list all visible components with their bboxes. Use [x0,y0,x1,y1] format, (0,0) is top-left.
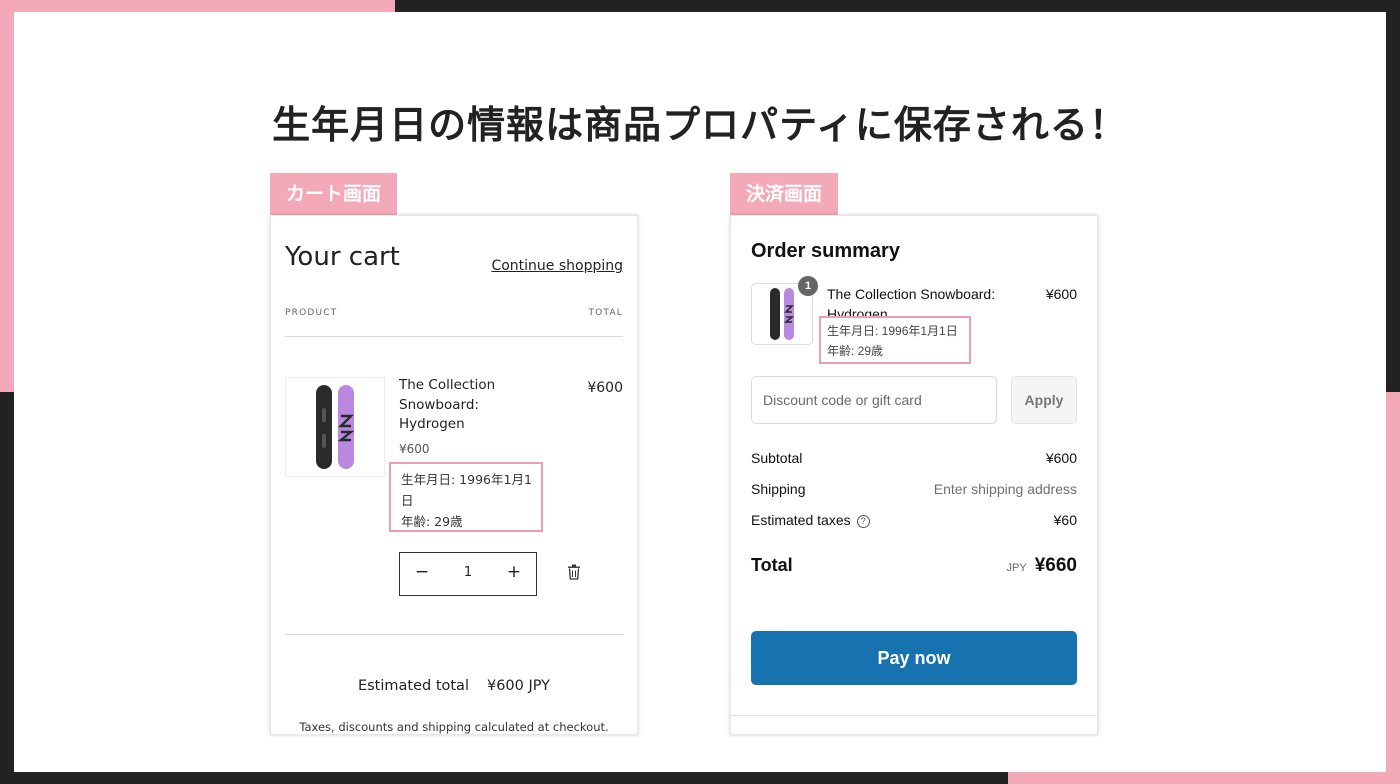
column-header-product: PRODUCT [285,308,338,318]
cart-product-image[interactable] [285,377,385,477]
property-birthdate: 生年月日: 1996年1月1日 [401,472,532,508]
info-icon[interactable]: ? [856,515,870,528]
divider [285,336,623,337]
subtotal-label: Subtotal [751,450,803,466]
cart-unit-price: ¥600 [399,442,430,456]
checkout-product-name: The Collection Snowboard: Hydrogen [827,286,996,316]
quantity-increase-button[interactable]: + [502,562,526,582]
estimated-total-value: ¥600 JPY [486,678,551,694]
cart-line-total: ¥600 [587,380,623,396]
estimated-total: Estimated total ¥600 JPY [271,678,637,694]
cart-product-name[interactable]: The Collection Snowboard: Hydrogen [399,376,529,435]
column-header-total: TOTAL [588,308,623,318]
property-birthdate: 生年月日: 1996年1月1日 [827,324,958,338]
checkout-note: Taxes, discounts and shipping calculated… [299,720,609,734]
taxes-row: Estimated taxes? ¥60 [751,512,1077,528]
total-row: Total JPY ¥660 [751,555,1077,577]
pay-now-button[interactable]: Pay now [751,631,1077,685]
quantity-stepper: − 1 + [399,552,537,596]
checkout-screen-label: 決済画面 [730,173,839,215]
snowboard-image [316,385,355,469]
total-label: Total [751,555,793,575]
discount-code-input[interactable] [751,376,997,424]
checkout-product-properties-highlight: 生年月日: 1996年1月1日 年齢: 29歳 [819,316,971,364]
shipping-label: Shipping [751,481,806,497]
total-amount-wrap: JPY ¥660 [1007,555,1077,577]
order-summary-title: Order summary [751,240,900,262]
total-currency: JPY [1006,562,1027,574]
cart-title: Your cart [285,242,400,272]
slide: 生年月日の情報は商品プロパティに保存される！ カート画面 決済画面 Your c… [14,12,1386,772]
checkout-panel: Order summary 1 The Collection Snowboard… [730,215,1098,735]
quantity-badge: 1 [798,276,818,296]
cart-screen-label: カート画面 [270,173,398,215]
taxes-label-wrap: Estimated taxes? [751,512,870,528]
checkout-product-price: ¥600 [1045,286,1077,302]
shipping-row: Shipping Enter shipping address [751,481,1077,497]
taxes-label: Estimated taxes [751,512,851,528]
divider [285,634,623,635]
divider [731,715,1097,716]
trash-icon[interactable] [567,564,581,580]
continue-shopping-link[interactable]: Continue shopping [491,258,623,274]
slide-headline: 生年月日の情報は商品プロパティに保存される！ [272,103,1128,147]
taxes-value: ¥60 [1053,512,1077,528]
property-age: 年齢: 29歳 [827,344,884,358]
cart-panel: Your cart Continue shopping PRODUCT TOTA… [270,215,638,735]
shipping-value: Enter shipping address [933,481,1077,497]
subtotal-row: Subtotal ¥600 [751,450,1077,466]
property-age: 年齢: 29歳 [401,514,463,529]
apply-discount-button[interactable]: Apply [1011,376,1077,424]
cart-product-properties-highlight: 生年月日: 1996年1月1日 年齢: 29歳 [389,462,543,532]
total-value: ¥660 [1034,555,1077,576]
estimated-total-label: Estimated total [357,678,469,694]
subtotal-value: ¥600 [1045,450,1077,466]
